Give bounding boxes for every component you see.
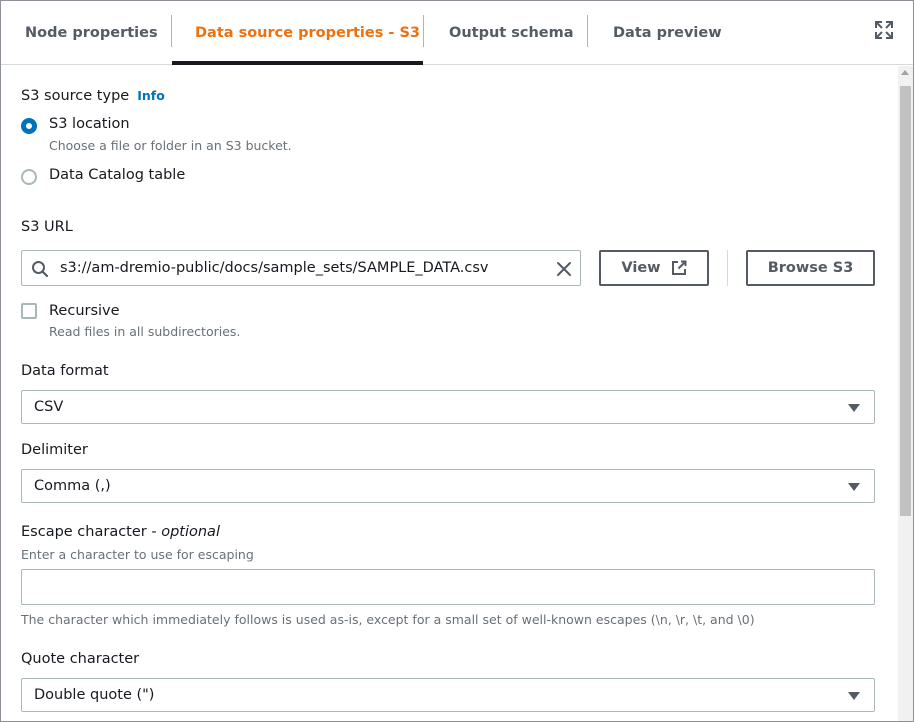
delimiter-label: Delimiter [21, 442, 88, 458]
quote-character-select[interactable]: Double quote (") [21, 678, 875, 712]
escape-character-help: The character which immediately follows … [21, 612, 755, 627]
scroll-up-arrow-icon[interactable] [901, 70, 909, 75]
button-divider [727, 250, 728, 286]
active-tab-indicator [172, 61, 423, 65]
tab-data-source-properties[interactable]: Data source properties - S3 [195, 1, 420, 64]
s3-source-type-text: S3 source type [21, 88, 130, 104]
escape-character-label: Escape character - optional [21, 524, 220, 540]
search-icon [32, 261, 49, 278]
escape-character-input[interactable] [21, 569, 875, 605]
data-catalog-table-label[interactable]: Data Catalog table [49, 167, 185, 183]
properties-panel: Node properties Data source properties -… [0, 0, 914, 722]
data-format-value: CSV [34, 399, 64, 415]
escape-character-description: Enter a character to use for escaping [21, 547, 254, 562]
tab-divider [587, 15, 588, 47]
caret-down-icon [848, 692, 860, 700]
s3-source-type-label: S3 source type Info [21, 88, 165, 104]
tab-node-properties[interactable]: Node properties [25, 1, 158, 64]
external-link-icon [671, 260, 687, 275]
info-link[interactable]: Info [137, 88, 165, 103]
s3-url-value: s3://am-dremio-public/docs/sample_sets/S… [60, 260, 489, 276]
data-format-select[interactable]: CSV [21, 390, 875, 424]
data-format-label: Data format [21, 363, 109, 379]
s3-location-description: Choose a file or folder in an S3 bucket. [49, 138, 292, 153]
view-button-label: View [621, 260, 661, 276]
recursive-description: Read files in all subdirectories. [49, 324, 241, 339]
panel-content: S3 source type Info S3 location Choose a … [1, 66, 898, 721]
tab-bar: Node properties Data source properties -… [1, 1, 913, 65]
caret-down-icon [848, 404, 860, 412]
recursive-label[interactable]: Recursive [49, 303, 120, 319]
clear-icon[interactable] [555, 260, 573, 278]
browse-s3-button[interactable]: Browse S3 [746, 250, 875, 286]
scrollbar-thumb[interactable] [900, 86, 911, 516]
vertical-scrollbar[interactable] [898, 66, 913, 721]
tab-output-schema[interactable]: Output schema [449, 1, 574, 64]
tab-divider [423, 15, 424, 47]
tab-divider [171, 15, 172, 47]
quote-character-label: Quote character [21, 651, 140, 667]
s3-location-label[interactable]: S3 location [49, 116, 130, 132]
delimiter-value: Comma (,) [34, 478, 111, 494]
caret-down-icon [848, 483, 860, 491]
s3-url-label: S3 URL [21, 219, 73, 235]
escape-character-label-text: Escape character - [21, 524, 162, 540]
delimiter-select[interactable]: Comma (,) [21, 469, 875, 503]
s3-url-input[interactable]: s3://am-dremio-public/docs/sample_sets/S… [21, 250, 581, 286]
s3-location-radio[interactable] [21, 118, 37, 134]
expand-icon[interactable] [873, 19, 895, 41]
quote-character-value: Double quote (") [34, 687, 155, 703]
view-button[interactable]: View [599, 250, 709, 286]
optional-tag: optional [161, 524, 220, 540]
data-catalog-table-radio[interactable] [21, 169, 37, 185]
recursive-checkbox[interactable] [21, 303, 37, 319]
tab-data-preview[interactable]: Data preview [613, 1, 722, 64]
